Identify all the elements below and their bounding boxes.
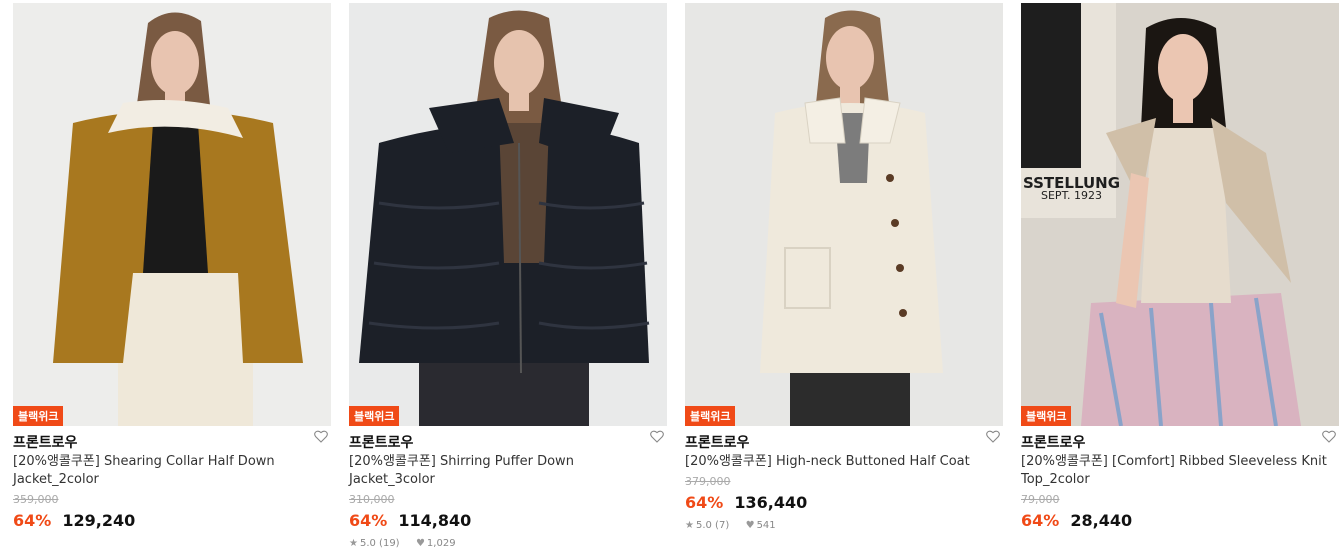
black-week-badge: 블랙위크 [685, 406, 736, 426]
sale-price: 28,440 [1070, 511, 1133, 530]
heart-icon[interactable] [313, 428, 329, 444]
heart-icon[interactable] [985, 428, 1001, 444]
price-row: 64% 114,840 [349, 511, 667, 531]
sale-price: 129,240 [62, 511, 136, 530]
product-title[interactable]: [20%앵콜쿠폰] [Comfort] Ribbed Sleeveless Kn… [1021, 453, 1333, 489]
price-row: 64% 136,440 [685, 493, 1003, 513]
black-week-badge: 블랙위크 [1021, 406, 1072, 426]
heart-icon[interactable] [1321, 428, 1337, 444]
brand-name[interactable]: 프론트로우 [1021, 434, 1339, 452]
product-image[interactable]: SSTELLUNG SEPT. 1923 블랙위크 [1021, 3, 1339, 426]
black-week-badge: 블랙위크 [13, 406, 64, 426]
brand-name[interactable]: 프론트로우 [685, 434, 1003, 452]
product-image[interactable]: 블랙위크 [13, 3, 331, 426]
brand-row: 프론트로우 [13, 430, 331, 456]
rating-text: 5.0 (7) [695, 520, 730, 531]
price-row: 64% 28,440 [1021, 511, 1339, 531]
heart-filled-icon: ♥ [415, 538, 425, 549]
review-meta: ★ 5.0 (7) ♥ 541 [685, 519, 1003, 532]
sale-price: 114,840 [398, 511, 472, 530]
product-photo [349, 3, 667, 426]
poster-subtext: SEPT. 1923 [1041, 189, 1102, 202]
product-photo: SSTELLUNG SEPT. 1923 [1021, 3, 1339, 426]
sale-price: 136,440 [734, 493, 808, 512]
brand-name[interactable]: 프론트로우 [349, 434, 667, 452]
original-price: 359,000 [13, 493, 59, 506]
product-title[interactable]: [20%앵콜쿠폰] Shearing Collar Half Down Jack… [13, 453, 325, 489]
original-price: 379,000 [685, 475, 731, 488]
brand-row: 프론트로우 [1021, 430, 1339, 456]
product-image[interactable]: 블랙위크 [685, 3, 1003, 426]
heart-icon[interactable] [649, 428, 665, 444]
like-count: 1,029 [426, 538, 456, 549]
discount-rate: 64% [685, 493, 724, 512]
original-price: 310,000 [349, 493, 395, 506]
product-card[interactable]: 블랙위크 프론트로우 [20%앵콜쿠폰] Shirring Puffer Dow… [349, 3, 667, 550]
product-image[interactable]: 블랙위크 [349, 3, 667, 426]
review-meta: ★ 5.0 (19) ♥ 1,029 [349, 537, 667, 550]
product-title[interactable]: [20%앵콜쿠폰] Shirring Puffer Down Jacket_3c… [349, 453, 661, 489]
star-icon: ★ [349, 538, 358, 549]
heart-filled-icon: ♥ [745, 520, 755, 531]
product-grid: 블랙위크 프론트로우 [20%앵콜쿠폰] Shearing Collar Hal… [0, 0, 1339, 551]
rating-text: 5.0 (19) [359, 538, 400, 549]
original-price: 79,000 [1021, 493, 1060, 506]
brand-row: 프론트로우 [349, 430, 667, 456]
like-count: 541 [756, 520, 776, 531]
discount-rate: 64% [13, 511, 52, 530]
product-card[interactable]: SSTELLUNG SEPT. 1923 블랙위크 프론트로우 [20%앵콜쿠폰… [1021, 3, 1339, 531]
product-card[interactable]: 블랙위크 프론트로우 [20%앵콜쿠폰] High-neck Buttoned … [685, 3, 1003, 532]
product-photo [685, 3, 1003, 426]
brand-name[interactable]: 프론트로우 [13, 434, 331, 452]
star-icon: ★ [685, 520, 694, 531]
discount-rate: 64% [1021, 511, 1060, 530]
black-week-badge: 블랙위크 [349, 406, 400, 426]
discount-rate: 64% [349, 511, 388, 530]
product-photo [13, 3, 331, 426]
product-card[interactable]: 블랙위크 프론트로우 [20%앵콜쿠폰] Shearing Collar Hal… [13, 3, 331, 531]
brand-row: 프론트로우 [685, 430, 1003, 456]
price-row: 64% 129,240 [13, 511, 331, 531]
